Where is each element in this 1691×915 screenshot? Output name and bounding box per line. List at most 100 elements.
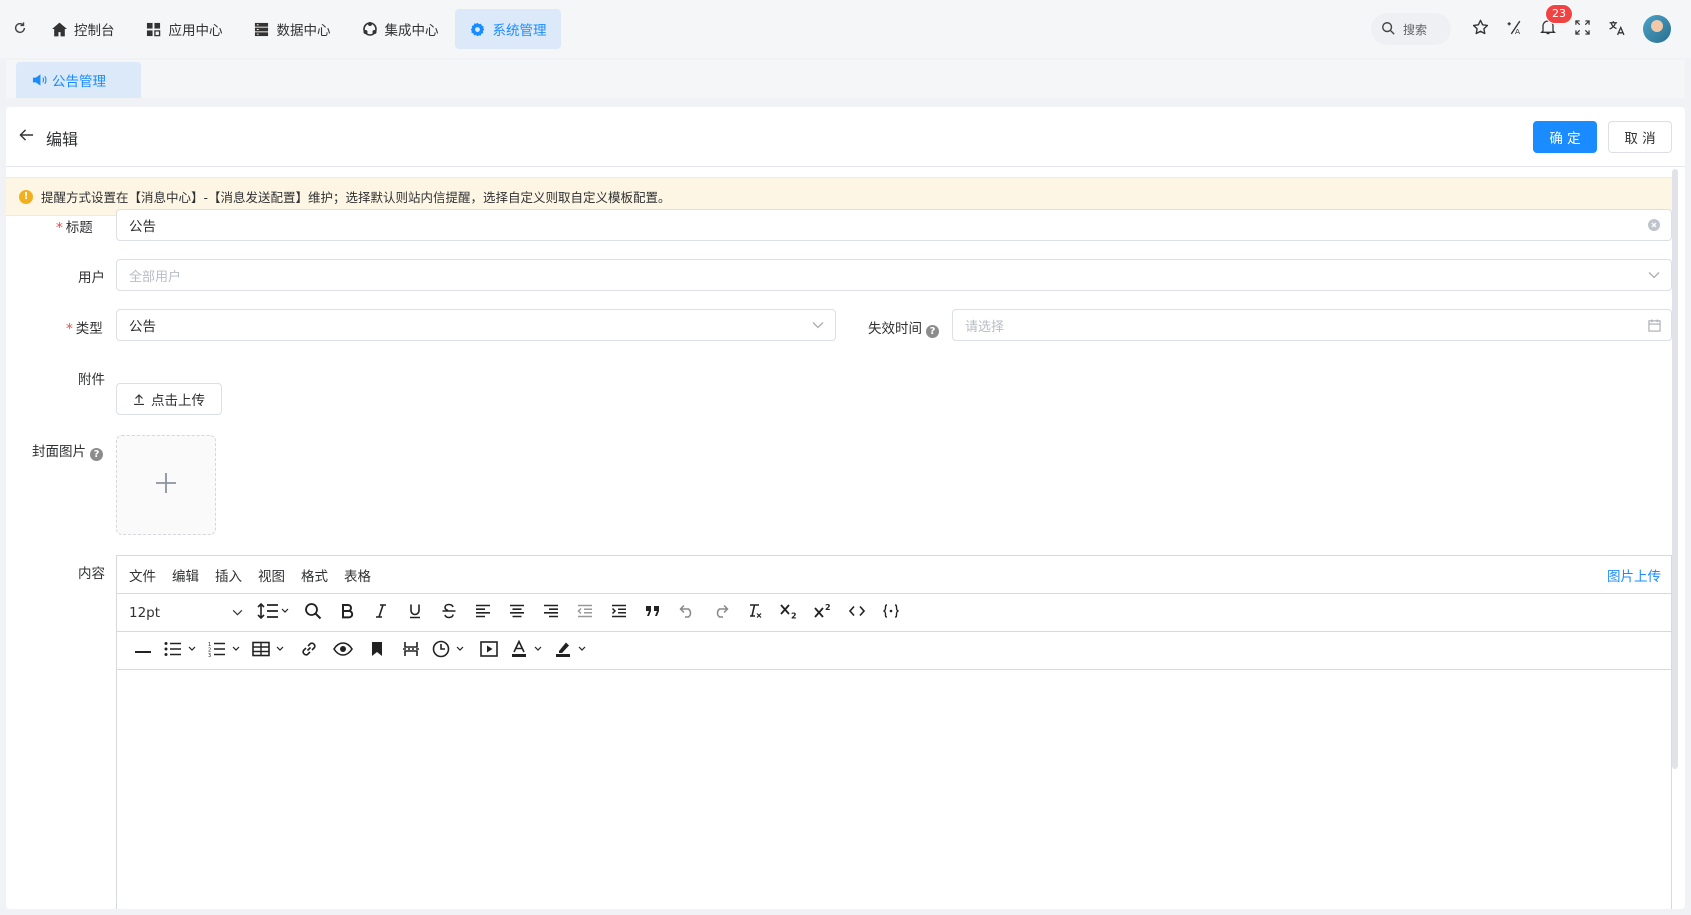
redo-button[interactable] xyxy=(707,599,735,627)
image-upload-link[interactable]: 图片上传 xyxy=(1607,565,1661,585)
table-button[interactable] xyxy=(251,637,289,665)
subscript-icon: 2 xyxy=(780,603,798,623)
database-icon xyxy=(253,20,271,38)
notice-text: 提醒方式设置在【消息中心】-【消息发送配置】维护；选择默认则站内信提醒，选择自定… xyxy=(41,190,671,205)
strikethrough-button[interactable] xyxy=(435,599,463,627)
bullet-list-button[interactable] xyxy=(163,637,201,665)
italic-button[interactable] xyxy=(367,599,395,627)
media-button[interactable] xyxy=(475,637,503,665)
avatar[interactable] xyxy=(1643,15,1671,43)
subscript-button[interactable]: 2 xyxy=(775,599,803,627)
indent-button[interactable] xyxy=(605,599,633,627)
user-select[interactable]: 全部用户 xyxy=(116,259,1672,291)
menu-view[interactable]: 视图 xyxy=(258,565,285,585)
menu-insert[interactable]: 插入 xyxy=(215,565,242,585)
chevron-down-icon xyxy=(232,609,243,616)
line-height-button[interactable] xyxy=(255,599,293,627)
font-size-value: 12pt xyxy=(129,604,161,621)
svg-text:A: A xyxy=(1515,26,1521,35)
numbered-list-button[interactable]: 123 xyxy=(207,637,245,665)
page-break-button[interactable] xyxy=(397,637,425,665)
expire-date-picker[interactable]: 请选择 xyxy=(952,309,1672,341)
nav-item-console[interactable]: 控制台 xyxy=(36,9,129,49)
clear-format-icon xyxy=(747,603,763,623)
star-icon xyxy=(1472,19,1489,40)
translate-icon xyxy=(1608,19,1625,40)
type-select[interactable]: 公告 xyxy=(116,309,836,341)
quote-icon xyxy=(645,605,661,621)
code-button[interactable] xyxy=(843,599,871,627)
undo-button[interactable] xyxy=(673,599,701,627)
clear-format-button[interactable] xyxy=(741,599,769,627)
cover-upload[interactable] xyxy=(116,435,216,535)
tab-announcement[interactable]: 公告管理 xyxy=(16,62,141,98)
fullscreen-button[interactable] xyxy=(1565,12,1599,46)
nav-item-integration[interactable]: 集成中心 xyxy=(347,9,453,49)
chevron-down-icon xyxy=(811,318,825,332)
outdent-button[interactable] xyxy=(571,599,599,627)
nav-item-system[interactable]: 系统管理 xyxy=(454,9,561,49)
template-braces-icon xyxy=(882,603,900,622)
menu-table[interactable]: 表格 xyxy=(344,565,371,585)
horizontal-rule-button[interactable] xyxy=(129,637,157,665)
align-center-button[interactable] xyxy=(503,599,531,627)
redo-icon xyxy=(713,604,729,622)
line-height-icon xyxy=(257,602,291,624)
font-size-select[interactable]: 12pt xyxy=(129,605,249,621)
plus-icon xyxy=(154,471,178,499)
menu-format[interactable]: 格式 xyxy=(301,565,328,585)
highlight-color-button[interactable] xyxy=(553,637,591,665)
outdent-icon xyxy=(577,604,593,622)
type-value: 公告 xyxy=(129,319,156,335)
eye-icon xyxy=(333,641,353,660)
user-label: 用户 xyxy=(78,270,105,286)
bookmark-button[interactable] xyxy=(363,637,391,665)
editor-content-area[interactable] xyxy=(117,670,1671,908)
bold-icon xyxy=(340,603,354,623)
tab-label: 公告管理 xyxy=(52,74,106,90)
align-right-button[interactable] xyxy=(537,599,565,627)
align-left-button[interactable] xyxy=(469,599,497,627)
clear-icon[interactable] xyxy=(1647,218,1661,232)
expire-placeholder: 请选择 xyxy=(965,319,1005,335)
nav-item-apps[interactable]: 应用中心 xyxy=(131,9,237,49)
integration-icon xyxy=(361,20,379,38)
apps-icon xyxy=(145,20,163,38)
help-icon[interactable]: ? xyxy=(926,325,939,338)
back-button[interactable] xyxy=(16,127,36,147)
superscript-button[interactable]: 2 xyxy=(809,599,837,627)
global-search[interactable]: 搜索 xyxy=(1371,13,1451,45)
bookmark-icon xyxy=(371,641,383,661)
favorite-button[interactable] xyxy=(1463,12,1497,46)
scrollbar[interactable] xyxy=(1672,169,1678,769)
text-color-button[interactable] xyxy=(509,637,547,665)
main-nav: 控制台 应用中心 数据中心 集成中心 系统管理 xyxy=(36,9,563,49)
translate-button[interactable] xyxy=(1599,12,1633,46)
link-button[interactable] xyxy=(295,637,323,665)
bold-button[interactable] xyxy=(333,599,361,627)
notifications-button[interactable]: 23 xyxy=(1531,4,1573,46)
menu-file[interactable]: 文件 xyxy=(129,565,156,585)
title-input[interactable]: 公告 xyxy=(116,209,1672,241)
menu-edit[interactable]: 编辑 xyxy=(172,565,199,585)
nav-item-data[interactable]: 数据中心 xyxy=(239,9,345,49)
cancel-button[interactable]: 取 消 xyxy=(1608,121,1672,153)
expire-label: 失效时间? xyxy=(868,317,939,338)
user-placeholder: 全部用户 xyxy=(129,269,182,285)
numbered-list-icon: 123 xyxy=(208,641,244,661)
search-icon xyxy=(1381,21,1395,38)
clock-icon xyxy=(432,640,468,662)
home-icon xyxy=(50,20,68,38)
help-icon[interactable]: ? xyxy=(90,448,103,461)
language-variant-button[interactable]: A xyxy=(1497,12,1531,46)
refresh-icon[interactable] xyxy=(10,18,30,38)
template-button[interactable] xyxy=(877,599,905,627)
indent-icon xyxy=(611,604,627,622)
confirm-button[interactable]: 确 定 xyxy=(1533,121,1597,153)
preview-button[interactable] xyxy=(329,637,357,665)
upload-button[interactable]: 点击上传 xyxy=(116,383,222,415)
blockquote-button[interactable] xyxy=(639,599,667,627)
datetime-button[interactable] xyxy=(431,637,469,665)
underline-button[interactable] xyxy=(401,599,429,627)
find-replace-button[interactable] xyxy=(299,599,327,627)
